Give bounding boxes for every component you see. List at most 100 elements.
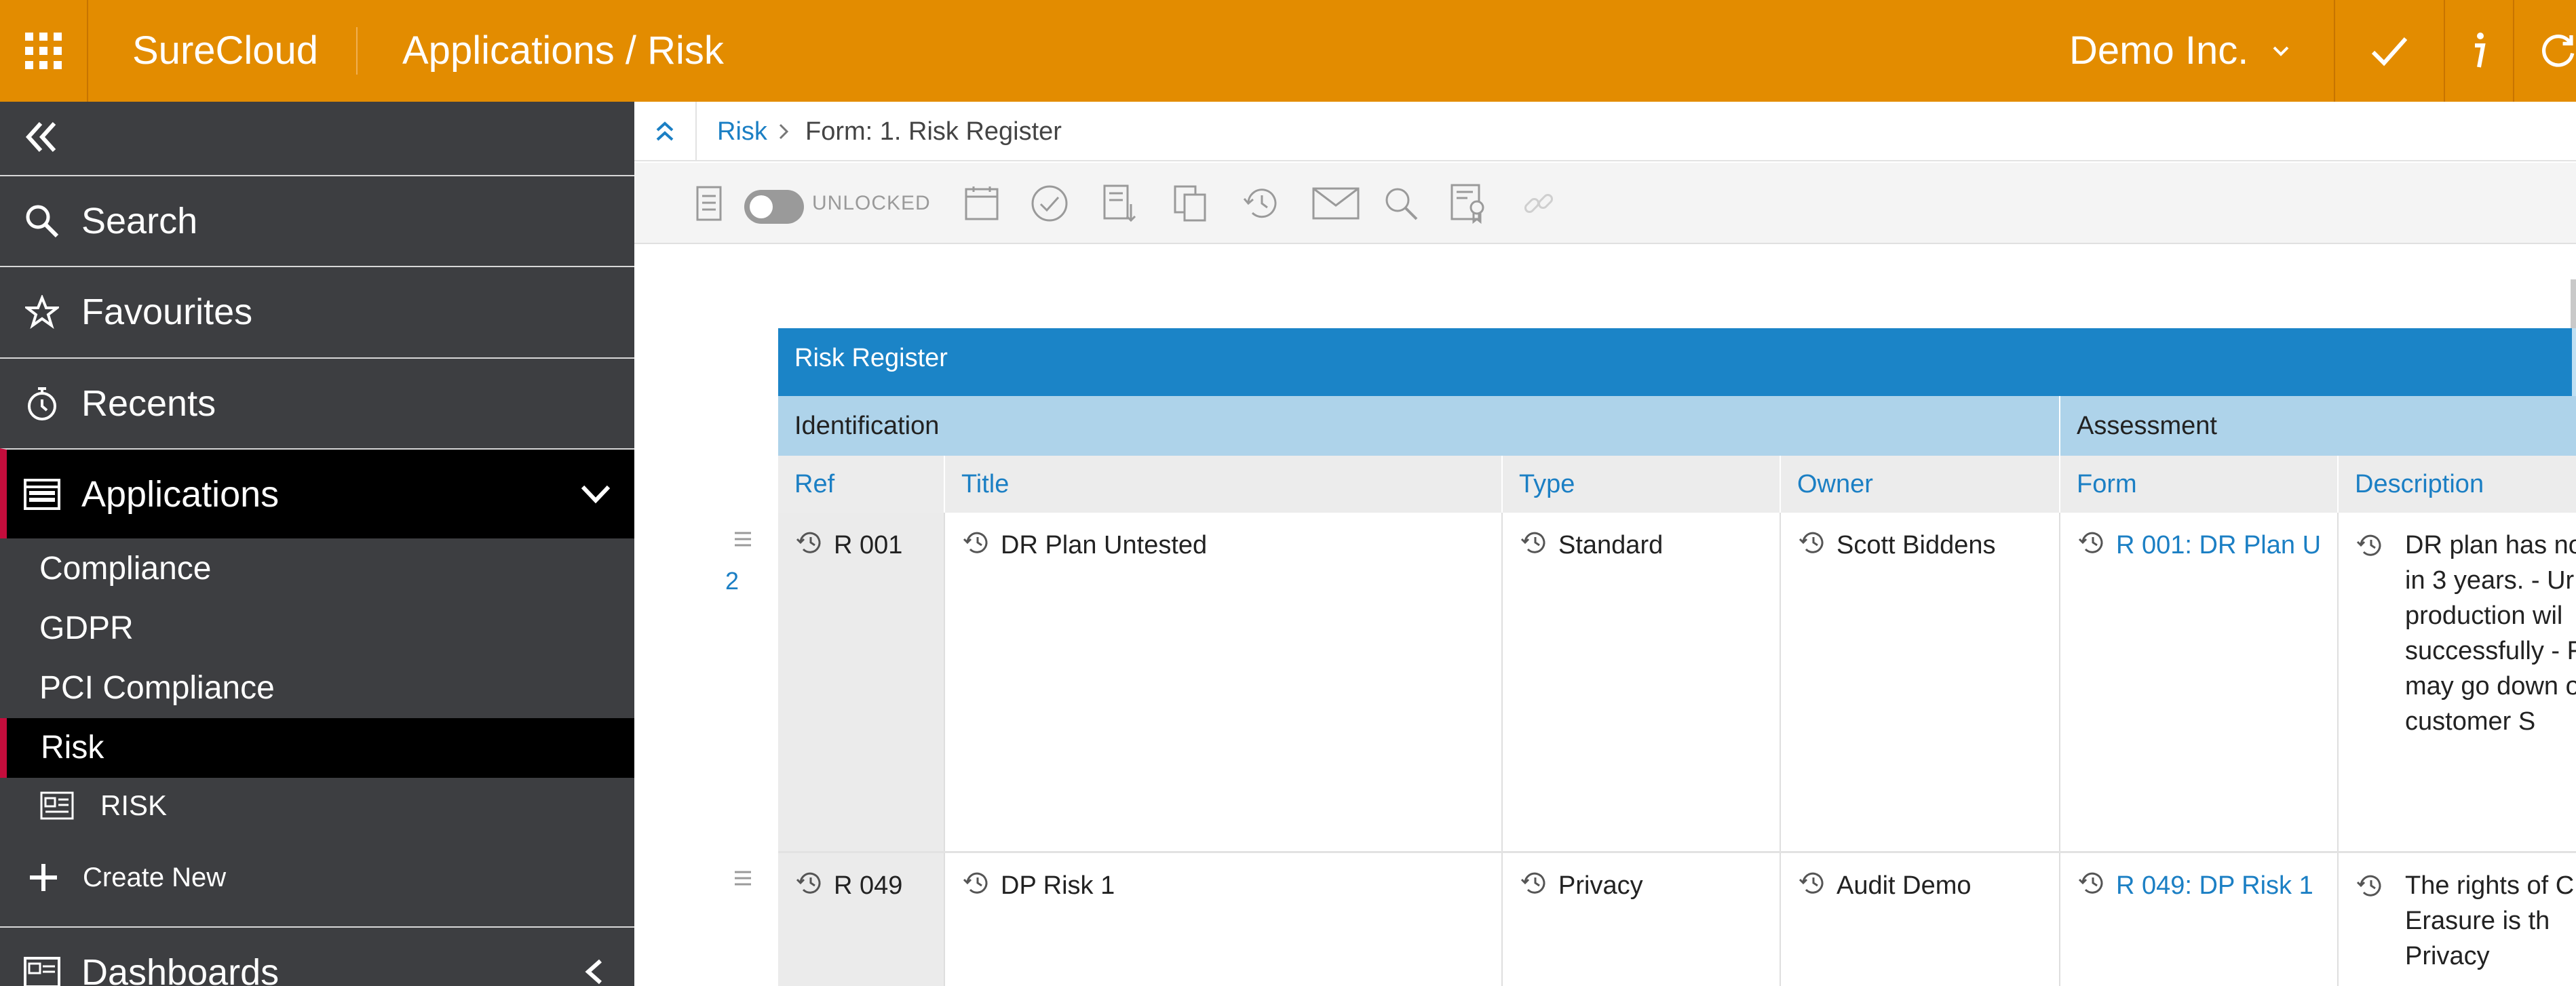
lock-toggle[interactable] — [744, 190, 804, 224]
app-grid-icon — [25, 33, 62, 69]
cell-description[interactable]: DR plan has no in 3 years. - Ur producti… — [2337, 513, 2576, 851]
refresh-button[interactable] — [2514, 0, 2576, 102]
search-icon — [22, 201, 62, 241]
cell-ref[interactable]: R 049 — [778, 853, 944, 986]
ref-value: R 049 — [834, 871, 903, 900]
document-transfer-icon — [1103, 184, 1136, 222]
column-header-ref[interactable]: Ref — [778, 456, 944, 513]
history-icon — [2356, 875, 2381, 896]
calendar-icon — [965, 186, 999, 220]
certificate-button[interactable] — [1449, 183, 1490, 224]
drag-handle-icon[interactable] — [733, 529, 753, 549]
plus-icon — [30, 864, 57, 891]
import-export-button[interactable] — [1100, 183, 1140, 224]
checkmark-icon — [2371, 37, 2408, 66]
check-circle-icon — [1031, 185, 1068, 222]
calendar-button[interactable] — [961, 183, 1002, 224]
sidebar-subitem-gdpr[interactable]: GDPR — [0, 599, 634, 658]
top-breadcrumb: Applications / Risk — [402, 28, 724, 73]
cell-type[interactable]: Standard — [1501, 513, 1780, 851]
chevron-down-icon — [2273, 46, 2289, 56]
search-icon — [1385, 188, 1418, 220]
column-header-form[interactable]: Form — [2059, 456, 2337, 513]
type-value: Standard — [1558, 531, 1664, 559]
cell-type[interactable]: Privacy — [1501, 853, 1780, 986]
brand-name[interactable]: SureCloud — [132, 0, 318, 102]
sidebar-form-label: RISK — [100, 789, 168, 821]
form-view-button[interactable] — [689, 183, 729, 224]
table-row[interactable]: R 049 DP Risk 1 Privacy Audit Demo R 049… — [778, 853, 2576, 986]
title-value: DR Plan Untested — [1001, 531, 1208, 559]
cell-ref[interactable]: R 001 — [778, 513, 944, 851]
sidebar-item-label: Applications — [81, 473, 280, 515]
app-launcher-button[interactable] — [0, 0, 88, 102]
drag-handle-icon[interactable] — [733, 868, 753, 888]
cell-description[interactable]: The rights of C to Erasure is th Privacy — [2337, 853, 2576, 986]
refresh-icon — [2542, 35, 2575, 67]
sidebar-subitem-compliance[interactable]: Compliance — [0, 539, 634, 599]
history-icon — [2356, 534, 2381, 556]
sidebar-item-applications[interactable]: Applications — [0, 448, 634, 538]
organization-selector[interactable]: Demo Inc. — [2069, 0, 2293, 102]
sidebar-item-label: Favourites — [81, 291, 253, 332]
cell-owner[interactable]: Audit Demo — [1780, 853, 2059, 986]
cell-owner[interactable]: Scott Biddens — [1780, 513, 2059, 851]
approve-form-button[interactable] — [1029, 183, 1070, 224]
top-bar: SureCloud Applications / Risk Demo Inc. — [0, 0, 2576, 102]
form-link[interactable]: R 001: DR Plan U — [2116, 531, 2321, 559]
sidebar-item-recents[interactable]: Recents — [0, 357, 634, 448]
cell-form[interactable]: R 049: DP Risk 1 — [2059, 853, 2337, 986]
description-value: The rights of C to Erasure is th Privacy — [2405, 871, 2576, 970]
create-new-button[interactable]: Create New — [0, 848, 634, 907]
description-value: DR plan has no in 3 years. - Ur producti… — [2405, 531, 2576, 736]
column-header-description[interactable]: Description — [2337, 456, 2576, 513]
sidebar-item-dashboards[interactable]: Dashboards — [0, 926, 634, 986]
form-toolbar: UNLOCKED — [634, 163, 2576, 244]
brand-separator — [356, 27, 358, 75]
search-form-button[interactable] — [1381, 183, 1421, 224]
sidebar-form-risk[interactable]: RISK — [0, 776, 634, 835]
link-icon — [1524, 193, 1554, 214]
history-icon — [1799, 872, 1824, 894]
copy-icon — [1174, 185, 1206, 222]
history-icon — [1243, 189, 1277, 218]
type-value: Privacy — [1558, 871, 1643, 900]
document-icon — [696, 186, 722, 221]
star-icon — [22, 292, 62, 332]
column-header-owner[interactable]: Owner — [1780, 456, 2059, 513]
info-button[interactable] — [2445, 0, 2513, 102]
history-icon — [2078, 532, 2103, 553]
cell-title[interactable]: DR Plan Untested — [944, 513, 1501, 851]
cell-form[interactable]: R 001: DR Plan U — [2059, 513, 2337, 851]
breadcrumb-link-risk[interactable]: Risk — [717, 102, 767, 161]
row-indicator[interactable]: 2 — [725, 567, 739, 595]
sidebar-subitem-risk[interactable]: Risk — [0, 718, 634, 778]
link-button[interactable] — [1518, 183, 1559, 224]
column-header-title[interactable]: Title — [944, 456, 1501, 513]
chevron-right-icon — [779, 123, 789, 140]
history-button[interactable] — [1240, 183, 1281, 224]
collapse-sidebar-icon[interactable] — [20, 117, 61, 157]
info-icon — [2475, 33, 2486, 68]
copy-button[interactable] — [1170, 183, 1211, 224]
sidebar-item-search[interactable]: Search — [0, 175, 634, 265]
history-icon — [1520, 532, 1545, 553]
expand-header-button[interactable] — [634, 102, 697, 161]
sidebar-subitem-pci-compliance[interactable]: PCI Compliance — [0, 658, 634, 718]
sidebar-item-label: Search — [81, 200, 198, 241]
form-content: Risk Register Identification Assessment … — [634, 245, 2576, 986]
column-header-row: Ref Title Type Owner Form Description — [778, 456, 2576, 513]
approve-button[interactable] — [2335, 0, 2444, 102]
sidebar-item-favourites[interactable]: Favourites — [0, 266, 634, 356]
history-icon — [2078, 872, 2103, 894]
column-header-type[interactable]: Type — [1501, 456, 1780, 513]
ref-value: R 001 — [834, 531, 903, 559]
stopwatch-icon — [22, 383, 62, 424]
title-value: DP Risk 1 — [1001, 871, 1115, 900]
email-button[interactable] — [1310, 183, 1362, 224]
form-link[interactable]: R 049: DP Risk 1 — [2116, 871, 2313, 900]
breadcrumb-current: Form: 1. Risk Register — [805, 117, 1062, 146]
cell-title[interactable]: DP Risk 1 — [944, 853, 1501, 986]
owner-value: Audit Demo — [1837, 871, 1972, 900]
table-row[interactable]: R 001 DR Plan Untested Standard Scott Bi… — [778, 513, 2576, 853]
